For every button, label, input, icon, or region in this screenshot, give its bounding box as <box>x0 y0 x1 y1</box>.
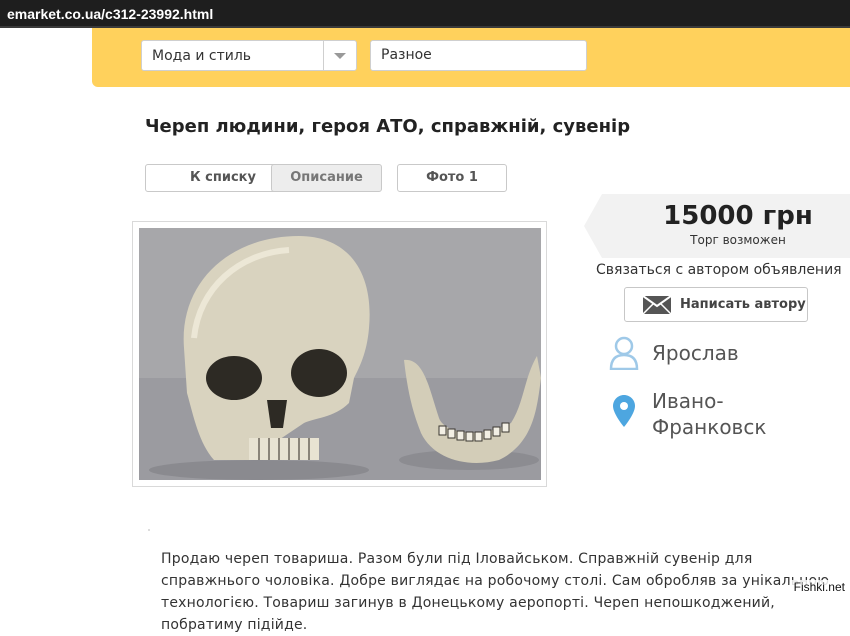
contact-heading: Связаться с автором объявления <box>596 262 842 278</box>
subcategory-field[interactable]: Разное <box>370 40 587 71</box>
tab-photo[interactable]: Фото 1 <box>397 164 507 192</box>
listing-title: Череп людини, героя АТО, справжній, суве… <box>145 116 631 137</box>
watermark: Fishki.net <box>791 580 847 594</box>
write-to-author-button[interactable]: Написать автору <box>624 287 808 322</box>
price: 15000 грн <box>663 201 813 231</box>
city: Ивано-Франковск <box>652 389 767 439</box>
category-select-value: Мода и стиль <box>152 48 252 64</box>
tab-description[interactable]: Описание <box>271 164 382 192</box>
listing-photo[interactable] <box>139 228 541 480</box>
listing-photo-frame <box>132 221 547 487</box>
map-pin-icon <box>613 395 635 427</box>
envelope-icon <box>643 296 671 314</box>
chevron-down-icon <box>334 53 346 59</box>
author-name: Ярослав <box>652 341 739 365</box>
section-divider <box>148 529 150 531</box>
write-to-author-label: Написать автору <box>680 297 806 312</box>
dropdown-toggle[interactable] <box>323 41 356 70</box>
category-select[interactable]: Мода и стиль <box>141 40 357 71</box>
address-bar[interactable]: emarket.co.ua/c312-23992.html <box>0 0 850 28</box>
user-icon <box>609 336 639 370</box>
price-negotiable-note: Торг возможен <box>690 233 786 247</box>
listing-description: Продаю череп товариша. Разом були під Іл… <box>161 551 830 633</box>
